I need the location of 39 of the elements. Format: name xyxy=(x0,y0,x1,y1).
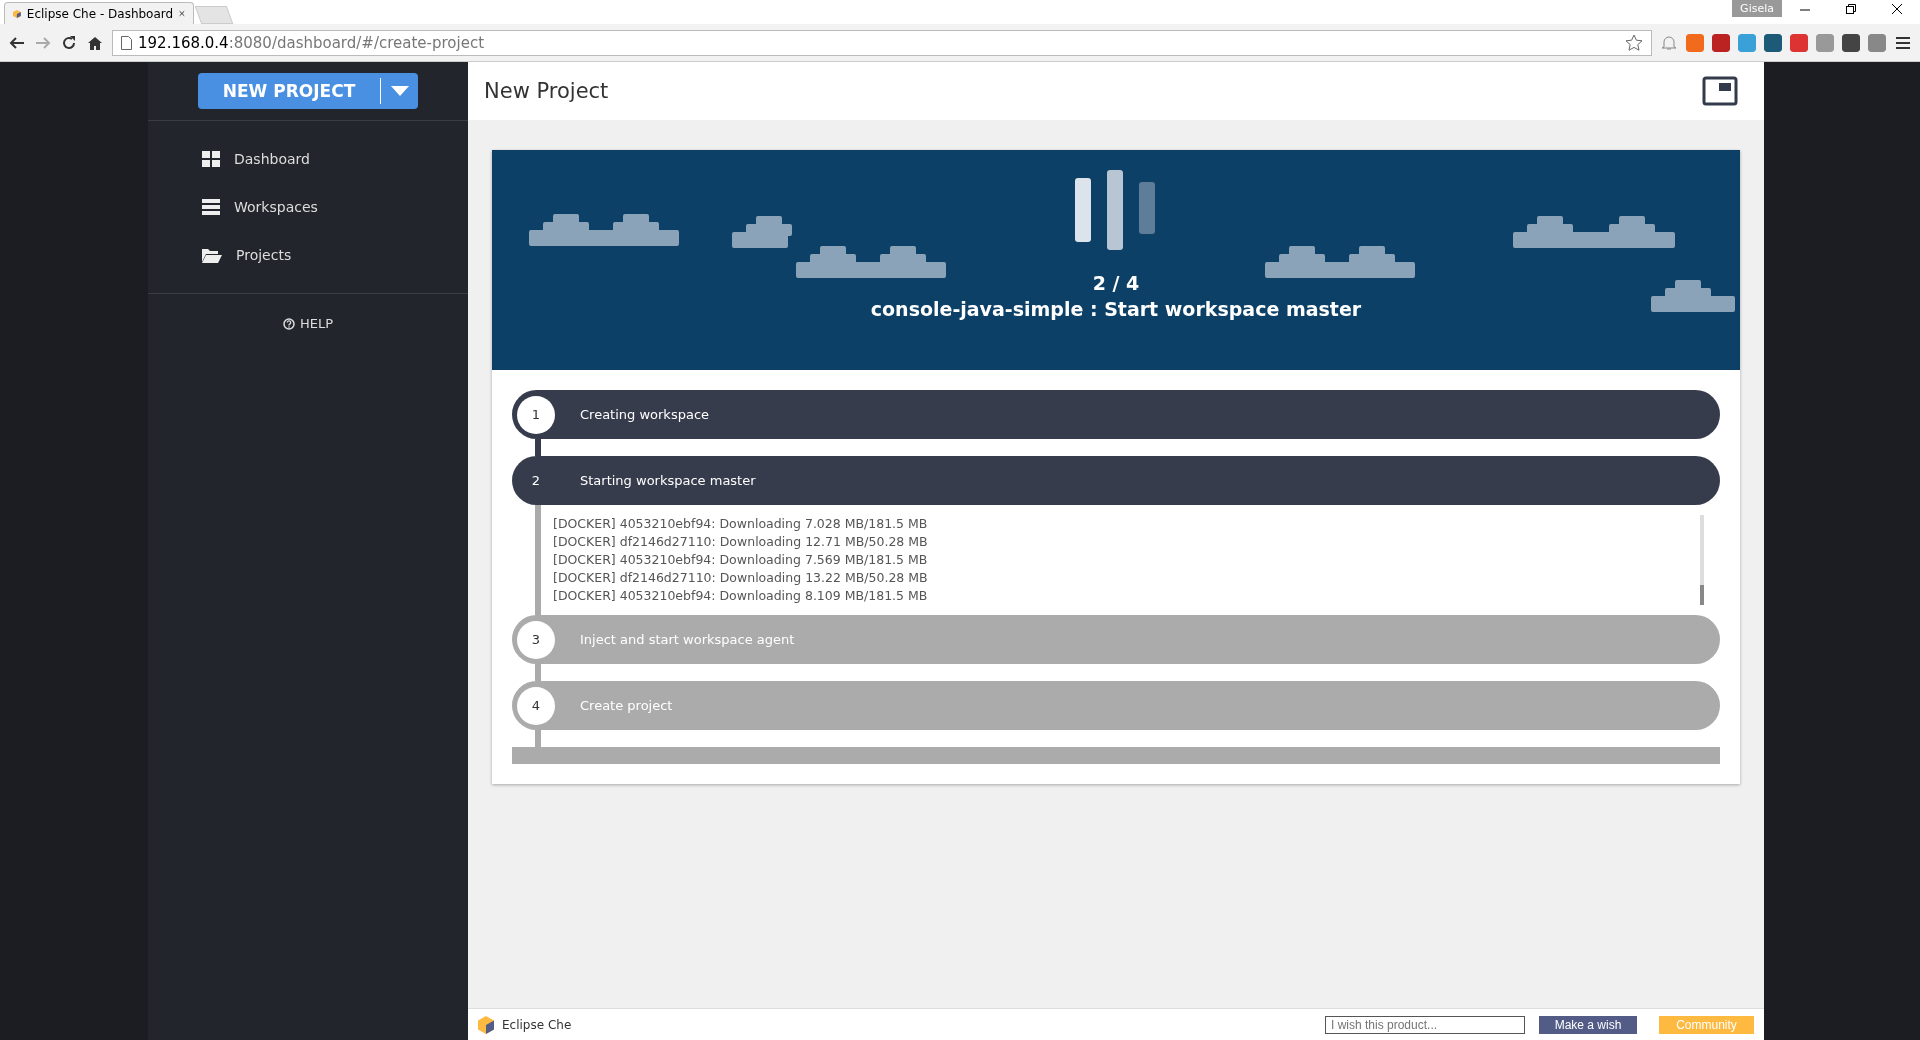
extension-icon[interactable] xyxy=(1842,33,1860,52)
grid-icon xyxy=(202,151,220,167)
scrollbar[interactable] xyxy=(1700,515,1704,605)
star-icon[interactable] xyxy=(1625,33,1643,52)
server-icon xyxy=(202,199,220,215)
extension-icon[interactable] xyxy=(1712,33,1730,52)
address-bar[interactable]: 192.168.0.4:8080/dashboard/#/create-project xyxy=(112,29,1652,56)
help-link[interactable]: HELP xyxy=(148,294,468,331)
logo-icon xyxy=(13,7,21,20)
reload-icon[interactable] xyxy=(60,33,78,52)
bell-icon[interactable] xyxy=(1660,33,1678,52)
logo-icon xyxy=(478,1016,494,1034)
sidebar-item[interactable]: Projects xyxy=(148,231,468,279)
extension-icon[interactable] xyxy=(1790,33,1808,52)
browser-tab[interactable]: Eclipse Che - Dashboard xyxy=(4,2,194,24)
sidebar-item[interactable]: Workspaces xyxy=(148,183,468,231)
step-number: 1 xyxy=(517,395,555,434)
step-label: Creating workspace xyxy=(580,407,710,422)
log-output: [DOCKER] 4053210ebf94: Downloading 7.028 MB/181.5 MB [DOCKER] df2146d27110: Downloading 12.71 MB/50.28 MB [DOCKER] 4053210ebf94: Downloading 7.569 MB/181.5 MB [DOCKER] df2146d27110: Downloading 13.22 MB/50.28 MB [DOCKER] 4053210ebf94: Downloading 8.109 MB/181.5 MB xyxy=(553,515,928,605)
page-title: New Project xyxy=(484,79,609,103)
extension-icon[interactable] xyxy=(1764,33,1782,52)
page-icon xyxy=(121,35,132,50)
step-label: Inject and start workspace agent xyxy=(580,632,795,647)
help-icon xyxy=(282,317,295,330)
step-number: 3 xyxy=(517,620,555,659)
step-number: 4 xyxy=(517,686,555,725)
brand-name: Eclipse Che xyxy=(502,1018,573,1032)
step-counter: 2 / 4 xyxy=(1092,272,1140,294)
step-label: Create project xyxy=(580,698,673,713)
sidebar-item[interactable]: Dashboard xyxy=(148,135,468,183)
window-toggle-icon[interactable] xyxy=(1702,76,1738,106)
make-wish-button[interactable]: Make a wish xyxy=(1539,1016,1637,1034)
folder-icon xyxy=(202,247,222,263)
close-icon[interactable] xyxy=(1892,3,1902,14)
step-label: Starting workspace master xyxy=(580,473,756,488)
caret-icon xyxy=(390,86,409,96)
wish-field[interactable]: I wish this product... xyxy=(1325,1016,1525,1034)
progress-message: console-java-simple : Start workspace master xyxy=(870,298,1362,320)
restore-icon[interactable] xyxy=(1846,3,1856,14)
